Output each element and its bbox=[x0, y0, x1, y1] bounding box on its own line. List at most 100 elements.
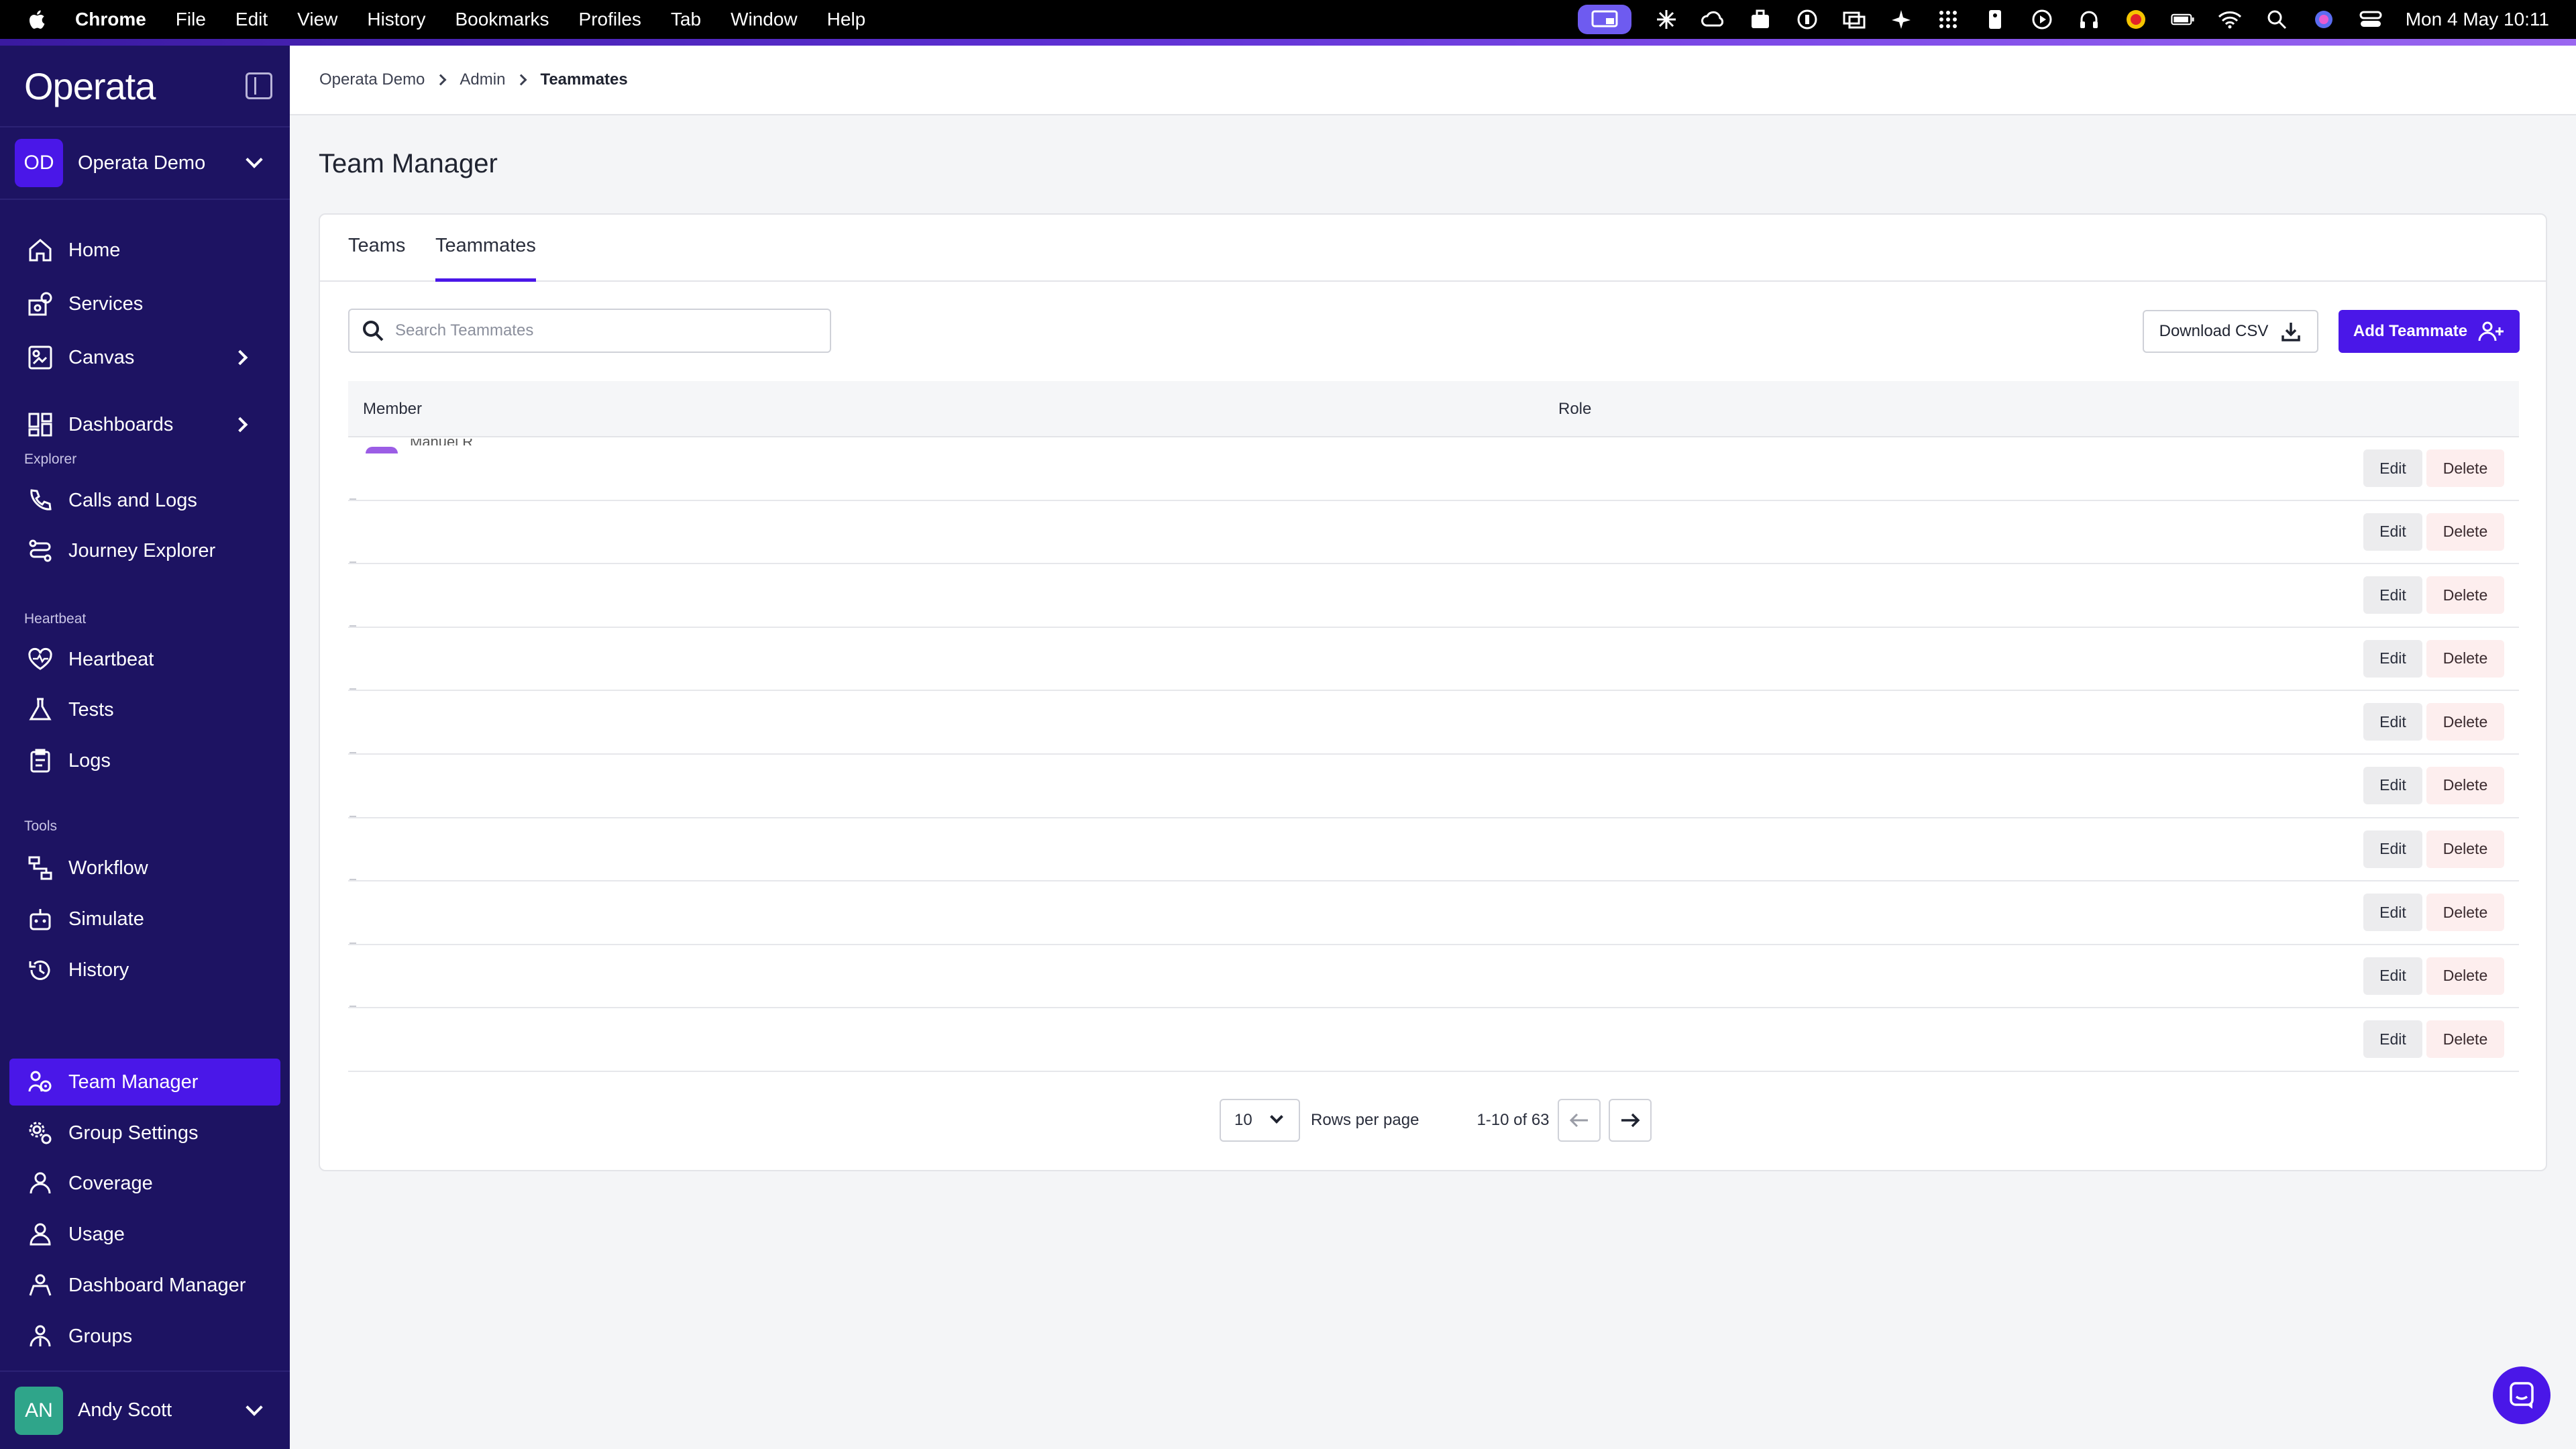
sidebar-item-canvas[interactable]: Canvas bbox=[9, 334, 280, 381]
groups-icon bbox=[27, 1323, 54, 1350]
sidebar-item-journey-explorer[interactable]: Journey Explorer bbox=[9, 527, 280, 574]
user-avatar: AN bbox=[15, 1386, 63, 1435]
sidebar-item-dashboard-manager[interactable]: Dashboard Manager bbox=[9, 1262, 280, 1309]
edit-button[interactable]: Edit bbox=[2363, 449, 2422, 487]
edit-button[interactable]: Edit bbox=[2363, 703, 2422, 741]
edit-button[interactable]: Edit bbox=[2363, 513, 2422, 551]
user-menu[interactable]: AN Andy Scott bbox=[0, 1371, 290, 1449]
sidebar-item-dashboards[interactable]: Dashboards bbox=[9, 401, 280, 448]
headphones-icon[interactable] bbox=[2077, 7, 2101, 32]
sidebar-item-usage[interactable]: Usage bbox=[9, 1211, 280, 1258]
delete-button[interactable]: Delete bbox=[2426, 766, 2504, 804]
add-teammate-button[interactable]: Add Teammate bbox=[2339, 310, 2520, 353]
edit-button[interactable]: Edit bbox=[2363, 576, 2422, 614]
edit-button[interactable]: Edit bbox=[2363, 1020, 2422, 1059]
sidebar-item-heartbeat[interactable]: Heartbeat bbox=[9, 636, 280, 683]
cloud-sync-icon[interactable] bbox=[1701, 7, 1725, 32]
search-icon bbox=[363, 321, 384, 341]
delete-button[interactable]: Delete bbox=[2426, 830, 2504, 868]
screen-share-icon[interactable] bbox=[1577, 5, 1631, 34]
password-icon[interactable] bbox=[1795, 7, 1819, 32]
sparkle-icon[interactable] bbox=[1654, 7, 1678, 32]
sidebar-item-team-manager[interactable]: Team Manager bbox=[9, 1059, 280, 1106]
breadcrumb-operata-demo[interactable]: Operata Demo bbox=[319, 70, 425, 89]
menu-profiles[interactable]: Profiles bbox=[579, 9, 641, 30]
delete-button[interactable]: Delete bbox=[2426, 576, 2504, 614]
sidebar-item-label: Home bbox=[68, 239, 121, 261]
apple-logo-icon[interactable] bbox=[27, 9, 46, 30]
menubar-clock[interactable]: Mon 4 May 10:11 bbox=[2406, 9, 2549, 30]
row-actions: Edit Delete bbox=[2363, 513, 2504, 551]
breadcrumb-admin[interactable]: Admin bbox=[460, 70, 505, 89]
sidebar-item-history[interactable]: History bbox=[9, 947, 280, 994]
tab-teammates[interactable]: Teammates bbox=[435, 235, 536, 282]
sidebar-item-group-settings[interactable]: Group Settings bbox=[9, 1110, 280, 1157]
edit-button[interactable]: Edit bbox=[2363, 766, 2422, 804]
delete-button[interactable]: Delete bbox=[2426, 513, 2504, 551]
delete-button[interactable]: Delete bbox=[2426, 894, 2504, 932]
collapse-sidebar-icon[interactable] bbox=[246, 72, 272, 99]
org-switcher[interactable]: OD Operata Demo bbox=[0, 126, 290, 200]
table-row: Edit Delete bbox=[348, 1006, 2519, 1072]
extension-badge-icon[interactable] bbox=[2124, 7, 2148, 32]
sidebar-item-label: Heartbeat bbox=[68, 648, 154, 670]
tab-teams[interactable]: Teams bbox=[348, 235, 405, 282]
menu-tab[interactable]: Tab bbox=[671, 9, 701, 30]
spotlight-search-icon[interactable] bbox=[2265, 7, 2289, 32]
chat-launcher-button[interactable] bbox=[2493, 1366, 2551, 1424]
column-role[interactable]: Role bbox=[1558, 400, 1591, 419]
menu-bookmarks[interactable]: Bookmarks bbox=[455, 9, 549, 30]
menu-app-name[interactable]: Chrome bbox=[75, 9, 146, 30]
menu-file[interactable]: File bbox=[176, 9, 206, 30]
remote-icon[interactable] bbox=[1983, 7, 2007, 32]
edit-button[interactable]: Edit bbox=[2363, 830, 2422, 868]
menu-view[interactable]: View bbox=[297, 9, 337, 30]
delete-button[interactable]: Delete bbox=[2426, 703, 2504, 741]
column-member[interactable]: Member bbox=[363, 400, 422, 419]
wifi-icon[interactable] bbox=[2218, 7, 2242, 32]
delete-button[interactable]: Delete bbox=[2426, 449, 2504, 487]
section-label-tools: Tools bbox=[24, 818, 58, 834]
window-switch-icon[interactable] bbox=[1842, 7, 1866, 32]
control-center-icon[interactable] bbox=[2359, 7, 2383, 32]
sidebar-item-tests[interactable]: Tests bbox=[9, 686, 280, 733]
prev-page-button[interactable] bbox=[1557, 1099, 1601, 1142]
edit-button[interactable]: Edit bbox=[2363, 639, 2422, 678]
sidebar-item-logs[interactable]: Logs bbox=[9, 737, 280, 784]
search-box[interactable] bbox=[348, 309, 831, 353]
menu-window[interactable]: Window bbox=[731, 9, 798, 30]
edit-button[interactable]: Edit bbox=[2363, 894, 2422, 932]
next-page-button[interactable] bbox=[1608, 1099, 1652, 1142]
rows-per-page-select[interactable]: 10 bbox=[1220, 1099, 1300, 1142]
grid-dots-icon[interactable] bbox=[1936, 7, 1960, 32]
menu-help[interactable]: Help bbox=[827, 9, 866, 30]
briefcase-icon[interactable] bbox=[1748, 7, 1772, 32]
page-range: 1-10 of 63 bbox=[1477, 1111, 1550, 1129]
menu-history[interactable]: History bbox=[367, 9, 425, 30]
airplane-icon[interactable] bbox=[1889, 7, 1913, 32]
sidebar-item-coverage[interactable]: Coverage bbox=[9, 1160, 280, 1207]
chevron-down-icon bbox=[246, 1398, 263, 1416]
sidebar-item-services[interactable]: Services bbox=[9, 280, 280, 327]
sidebar-item-groups[interactable]: Groups bbox=[9, 1313, 280, 1360]
play-icon[interactable] bbox=[2030, 7, 2054, 32]
delete-button[interactable]: Delete bbox=[2426, 639, 2504, 678]
edit-button[interactable]: Edit bbox=[2363, 957, 2422, 995]
operata-logo[interactable]: Operata bbox=[24, 64, 156, 108]
sidebar-item-calls-and-logs[interactable]: Calls and Logs bbox=[9, 477, 280, 524]
row-content bbox=[348, 754, 1731, 817]
page-title: Team Manager bbox=[319, 149, 498, 178]
sidebar-item-home[interactable]: Home bbox=[9, 227, 280, 274]
sidebar-item-simulate[interactable]: Simulate bbox=[9, 896, 280, 943]
download-icon bbox=[2282, 323, 2301, 341]
history-icon bbox=[27, 957, 54, 983]
row-divider-mark bbox=[350, 561, 356, 564]
delete-button[interactable]: Delete bbox=[2426, 1020, 2504, 1059]
menu-edit[interactable]: Edit bbox=[235, 9, 268, 30]
siri-icon[interactable] bbox=[2312, 7, 2336, 32]
delete-button[interactable]: Delete bbox=[2426, 957, 2504, 995]
sidebar-item-workflow[interactable]: Workflow bbox=[9, 845, 280, 892]
rows-per-page-label: Rows per page bbox=[1311, 1111, 1419, 1129]
download-csv-button[interactable]: Download CSV bbox=[2143, 310, 2318, 353]
search-input[interactable] bbox=[395, 321, 811, 340]
